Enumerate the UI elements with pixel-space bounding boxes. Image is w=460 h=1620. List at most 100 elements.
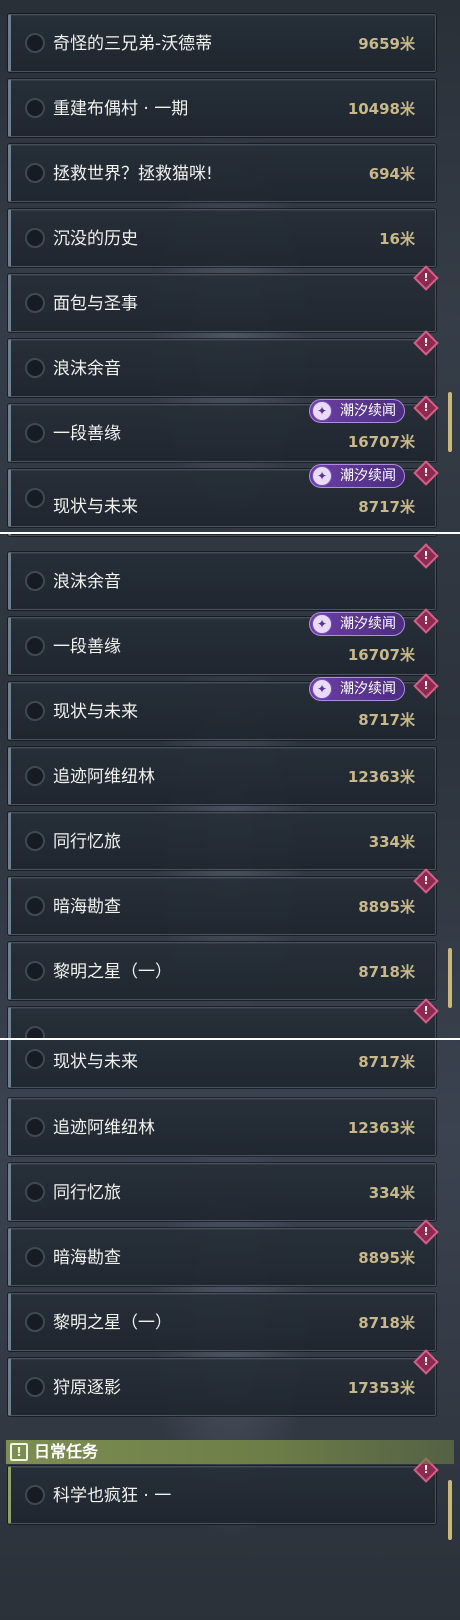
quest-row[interactable]: 浪沫余音 ! <box>8 543 439 610</box>
quest-row[interactable]: 狩原逐影 ! 17353米 <box>8 1349 439 1416</box>
quest-name: 一段善缘 <box>53 424 121 444</box>
quest-distance: 12363米 <box>347 1119 415 1137</box>
quest-name: 拯救世界？拯救猫咪! <box>53 164 213 184</box>
quest-distance: 10498米 <box>347 100 415 118</box>
quest-distance: 8718米 <box>358 1314 415 1332</box>
quest-distance: 8717米 <box>358 711 415 729</box>
quest-row[interactable]: 现状与未来 8717米 <box>8 1040 436 1088</box>
quest-name: 浪沫余音 <box>53 572 121 592</box>
quest-distance: 8717米 <box>358 1053 415 1071</box>
tide-badge-icon: ✦ <box>312 401 332 421</box>
alert-diamond-icon: ! <box>413 998 439 1024</box>
alert-diamond-icon: ! <box>413 395 439 421</box>
quest-row[interactable]: 追迹阿维纽林 12363米 <box>8 1098 436 1156</box>
quest-row[interactable]: 奇怪的三兄弟-沃德蒂 9659米 <box>8 14 436 72</box>
quest-name: 现状与未来 <box>53 702 138 722</box>
quest-name: 追迹阿维纽林 <box>53 1118 155 1138</box>
alert-diamond-icon: ! <box>413 265 439 291</box>
quest-distance: 16米 <box>379 230 415 248</box>
quest-track-radio[interactable] <box>25 1049 45 1069</box>
quest-row[interactable]: 一段善缘 ✦ 潮汐续闻 ! 16707米 <box>8 608 439 675</box>
quest-name: 狩原逐影 <box>53 1378 121 1398</box>
scrollbar-thumb[interactable] <box>448 392 452 452</box>
alert-diamond-icon: ! <box>413 673 439 699</box>
quest-name: 暗海勘查 <box>53 1248 121 1268</box>
quest-name: 浪沫余音 <box>53 359 121 379</box>
section-title: 日常任务 <box>34 1442 99 1461</box>
quest-distance: 334米 <box>368 1184 415 1202</box>
quest-row[interactable]: 沉没的历史 16米 <box>8 209 436 267</box>
alert-diamond-icon: ! <box>413 868 439 894</box>
tide-story-badge: ✦ 潮汐续闻 <box>309 677 405 701</box>
quest-name: 黎明之星（一） <box>53 1313 172 1333</box>
quest-track-radio[interactable] <box>25 1247 45 1267</box>
quest-name: 黎明之星（一） <box>53 962 172 982</box>
quest-distance: 334米 <box>368 833 415 851</box>
scrollbar-thumb[interactable] <box>448 1480 452 1540</box>
quest-name: 同行忆旅 <box>53 1183 121 1203</box>
quest-name: 面包与圣事 <box>53 294 138 314</box>
quest-list-panel-1[interactable]: 奇怪的三兄弟-沃德蒂 9659米 重建布偶村 · 一期 10498米 拯救世界？… <box>0 0 460 532</box>
daily-quest-row[interactable]: 科学也疯狂 · 一 ! <box>8 1457 439 1524</box>
tide-badge-icon: ✦ <box>312 466 332 486</box>
quest-track-radio[interactable] <box>25 1182 45 1202</box>
quest-row[interactable]: 重建布偶村 · 一期 10498米 <box>8 79 436 137</box>
quest-track-radio[interactable] <box>25 636 45 656</box>
quest-track-radio[interactable] <box>25 488 45 508</box>
quest-distance: 8717米 <box>358 498 415 516</box>
quest-track-radio[interactable] <box>25 701 45 721</box>
quest-row[interactable]: 追迹阿维纽林 12363米 <box>8 747 436 805</box>
quest-name: 奇怪的三兄弟-沃德蒂 <box>53 34 213 54</box>
alert-diamond-icon: ! <box>413 543 439 569</box>
quest-track-radio[interactable] <box>25 163 45 183</box>
quest-distance: 17353米 <box>347 1379 415 1397</box>
quest-name: 同行忆旅 <box>53 832 121 852</box>
quest-track-radio[interactable] <box>25 1485 45 1505</box>
quest-name: 重建布偶村 · 一期 <box>53 99 189 119</box>
quest-track-radio[interactable] <box>25 831 45 851</box>
quest-row[interactable]: 面包与圣事 ! <box>8 265 439 332</box>
quest-name: 暗海勘查 <box>53 897 121 917</box>
daily-quests-header[interactable]: ! 日常任务 <box>6 1440 454 1464</box>
quest-track-radio[interactable] <box>25 1026 45 1038</box>
quest-list-panel-2[interactable]: 浪沫余音 ! 一段善缘 ✦ 潮汐续闻 ! 16707米 现状与未来 ✦ 潮汐续闻 !… <box>0 534 460 1038</box>
tide-story-badge: ✦ 潮汐续闻 <box>309 399 405 423</box>
quest-distance: 8718米 <box>358 963 415 981</box>
quest-row[interactable]: 黎明之星（一） 8718米 <box>8 1293 436 1351</box>
alert-diamond-icon: ! <box>413 330 439 356</box>
quest-track-radio[interactable] <box>25 766 45 786</box>
quest-row[interactable]: 拯救世界？拯救猫咪! 694米 <box>8 144 436 202</box>
quest-row[interactable]: 现状与未来 ✦ 潮汐续闻 ! 8717米 <box>8 673 439 740</box>
quest-row[interactable]: 暗海勘查 ! 8895米 <box>8 1219 439 1286</box>
quest-row[interactable]: ! <box>8 998 439 1038</box>
quest-row[interactable]: 暗海勘查 ! 8895米 <box>8 868 439 935</box>
quest-distance: 12363米 <box>347 768 415 786</box>
quest-track-radio[interactable] <box>25 98 45 118</box>
quest-distance: 16707米 <box>347 433 415 451</box>
quest-track-radio[interactable] <box>25 33 45 53</box>
quest-distance: 8895米 <box>358 898 415 916</box>
quest-name: 现状与未来 <box>53 1052 138 1072</box>
quest-track-radio[interactable] <box>25 293 45 313</box>
quest-track-radio[interactable] <box>25 423 45 443</box>
quest-track-radio[interactable] <box>25 571 45 591</box>
quest-list-panel-3[interactable]: 现状与未来 8717米 追迹阿维纽林 12363米 同行忆旅 334米 暗海勘查… <box>0 1040 460 1620</box>
quest-track-radio[interactable] <box>25 896 45 916</box>
quest-row[interactable]: 同行忆旅 334米 <box>8 812 436 870</box>
quest-row[interactable] <box>8 534 436 536</box>
quest-track-radio[interactable] <box>25 358 45 378</box>
quest-row[interactable]: 现状与未来 ✦ 潮汐续闻 ! 8717米 <box>8 460 439 527</box>
quest-track-radio[interactable] <box>25 1312 45 1332</box>
quest-track-radio[interactable] <box>25 1377 45 1397</box>
quest-row[interactable]: 一段善缘 ✦ 潮汐续闻 ! 16707米 <box>8 395 439 462</box>
quest-row[interactable]: 同行忆旅 334米 <box>8 1163 436 1221</box>
quest-row[interactable]: 黎明之星（一） 8718米 <box>8 942 436 1000</box>
quest-track-radio[interactable] <box>25 1117 45 1137</box>
quest-name: 一段善缘 <box>53 637 121 657</box>
quest-row[interactable]: 浪沫余音 ! <box>8 330 439 397</box>
quest-track-radio[interactable] <box>25 961 45 981</box>
scrollbar-thumb[interactable] <box>448 948 452 1008</box>
alert-diamond-icon: ! <box>413 1219 439 1245</box>
quest-track-radio[interactable] <box>25 228 45 248</box>
quest-name: 沉没的历史 <box>53 229 138 249</box>
